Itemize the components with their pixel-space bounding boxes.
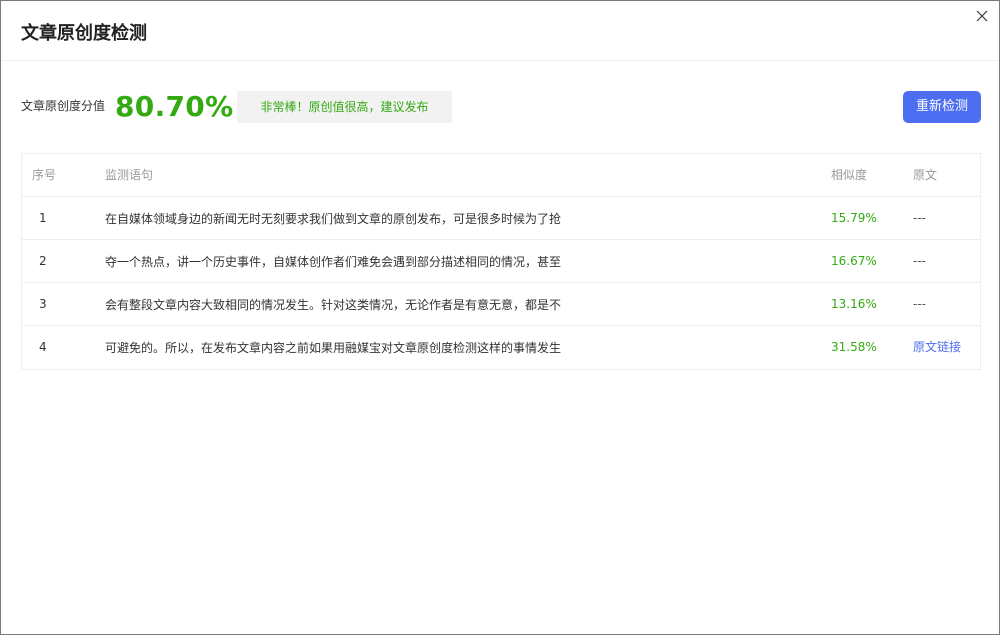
originality-dialog: 文章原创度检测 文章原创度分值 80.70% 非常棒！原创值很高，建议发布 重新… xyxy=(0,0,1000,635)
row-text: 夺一个热点，讲一个历史事件，自媒体创作者们难免会遇到部分描述相同的情况，甚至 xyxy=(105,255,562,269)
result-table: 序号 监测语句 相似度 原文 1 在自媒体领域身边的新闻无时无刻要求我们做到文章… xyxy=(21,153,981,370)
table-row: 4 可避免的。所以，在发布文章内容之前如果用融媒宝对文章原创度检测这样的事情发生… xyxy=(22,326,980,369)
row-similarity: 16.67% xyxy=(831,254,877,268)
row-text: 可避免的。所以，在发布文章内容之前如果用融媒宝对文章原创度检测这样的事情发生 xyxy=(105,341,562,355)
close-icon[interactable] xyxy=(973,7,991,25)
row-similarity: 15.79% xyxy=(831,211,877,225)
row-source: --- xyxy=(913,297,926,311)
row-source: --- xyxy=(913,254,926,268)
row-similarity: 13.16% xyxy=(831,297,877,311)
table-row: 3 会有整段文章内容大致相同的情况发生。针对这类情况，无论作者是有意无意，都是不… xyxy=(22,283,980,326)
table-row: 1 在自媒体领域身边的新闻无时无刻要求我们做到文章的原创发布，可是很多时候为了抢… xyxy=(22,197,980,240)
row-no: 2 xyxy=(39,254,47,268)
header-source: 原文 xyxy=(913,168,938,182)
score-row: 文章原创度分值 80.70% 非常棒！原创值很高，建议发布 重新检测 xyxy=(21,89,981,129)
source-link[interactable]: 原文链接 xyxy=(913,326,961,369)
dialog-title: 文章原创度检测 xyxy=(21,23,147,44)
recheck-button[interactable]: 重新检测 xyxy=(903,91,981,123)
row-no: 4 xyxy=(39,340,47,354)
score-value: 80.70% xyxy=(115,90,234,123)
table-header-row: 序号 监测语句 相似度 原文 xyxy=(22,154,980,197)
row-no: 3 xyxy=(39,297,47,311)
row-similarity: 31.58% xyxy=(831,340,877,354)
row-text: 在自媒体领域身边的新闻无时无刻要求我们做到文章的原创发布，可是很多时候为了抢 xyxy=(105,212,562,226)
row-no: 1 xyxy=(39,211,47,225)
row-source: --- xyxy=(913,211,926,225)
header-similarity: 相似度 xyxy=(831,168,868,182)
header-no: 序号 xyxy=(32,168,57,182)
header-text: 监测语句 xyxy=(105,168,154,182)
score-badge: 非常棒！原创值很高，建议发布 xyxy=(237,91,452,123)
dialog-header: 文章原创度检测 xyxy=(1,1,999,61)
row-text: 会有整段文章内容大致相同的情况发生。针对这类情况，无论作者是有意无意，都是不 xyxy=(105,298,562,312)
table-row: 2 夺一个热点，讲一个历史事件，自媒体创作者们难免会遇到部分描述相同的情况，甚至… xyxy=(22,240,980,283)
score-label: 文章原创度分值 xyxy=(21,99,106,113)
